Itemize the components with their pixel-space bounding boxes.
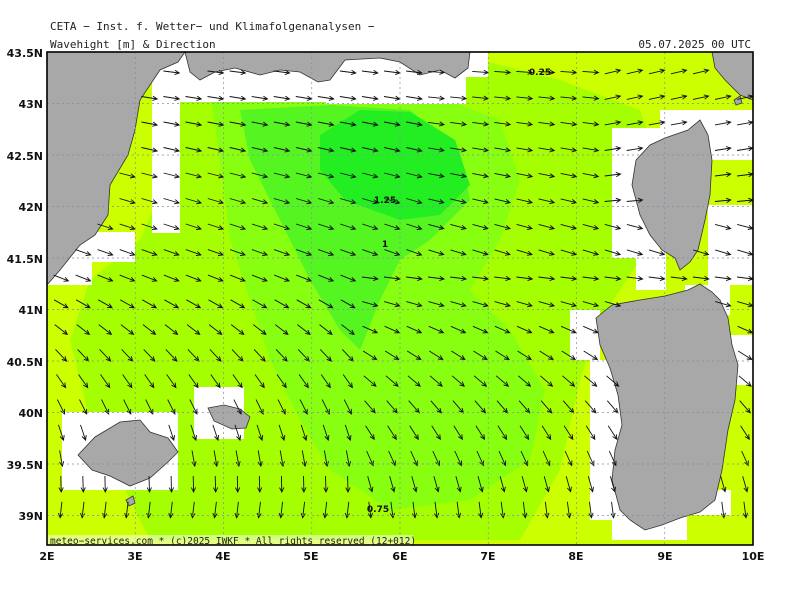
lon-tick-7: 7E xyxy=(480,550,495,563)
lat-tick-40: 40N xyxy=(18,407,43,420)
contour-label-0.25: 0.25 xyxy=(529,68,551,78)
lat-tick-43.5: 43.5N xyxy=(7,47,43,60)
lat-tick-39: 39N xyxy=(18,510,43,523)
lon-tick-3: 3E xyxy=(127,550,142,563)
contour-label-1.25: 1.25 xyxy=(374,196,396,206)
lat-tick-42.5: 42.5N xyxy=(7,150,43,163)
lon-tick-8: 8E xyxy=(568,550,583,563)
lat-tick-43: 43N xyxy=(18,98,43,111)
lon-tick-6: 6E xyxy=(392,550,407,563)
lon-tick-10: 10E xyxy=(742,550,765,563)
lat-tick-39.5: 39.5N xyxy=(7,459,43,472)
lon-tick-2: 2E xyxy=(39,550,54,563)
contour-label-0.75: 0.75 xyxy=(367,505,389,515)
lat-tick-42: 42N xyxy=(18,201,43,214)
contour-label-1: 1 xyxy=(382,240,388,250)
lon-tick-5: 5E xyxy=(303,550,318,563)
lon-tick-9: 9E xyxy=(657,550,672,563)
lat-tick-40.5: 40.5N xyxy=(7,356,43,369)
lat-tick-41: 41N xyxy=(18,304,43,317)
lon-tick-4: 4E xyxy=(215,550,230,563)
lat-tick-41.5: 41.5N xyxy=(7,253,43,266)
wave-map: 0.25 1.25 1 0.75 Barc meteo−services.com… xyxy=(7,47,765,563)
